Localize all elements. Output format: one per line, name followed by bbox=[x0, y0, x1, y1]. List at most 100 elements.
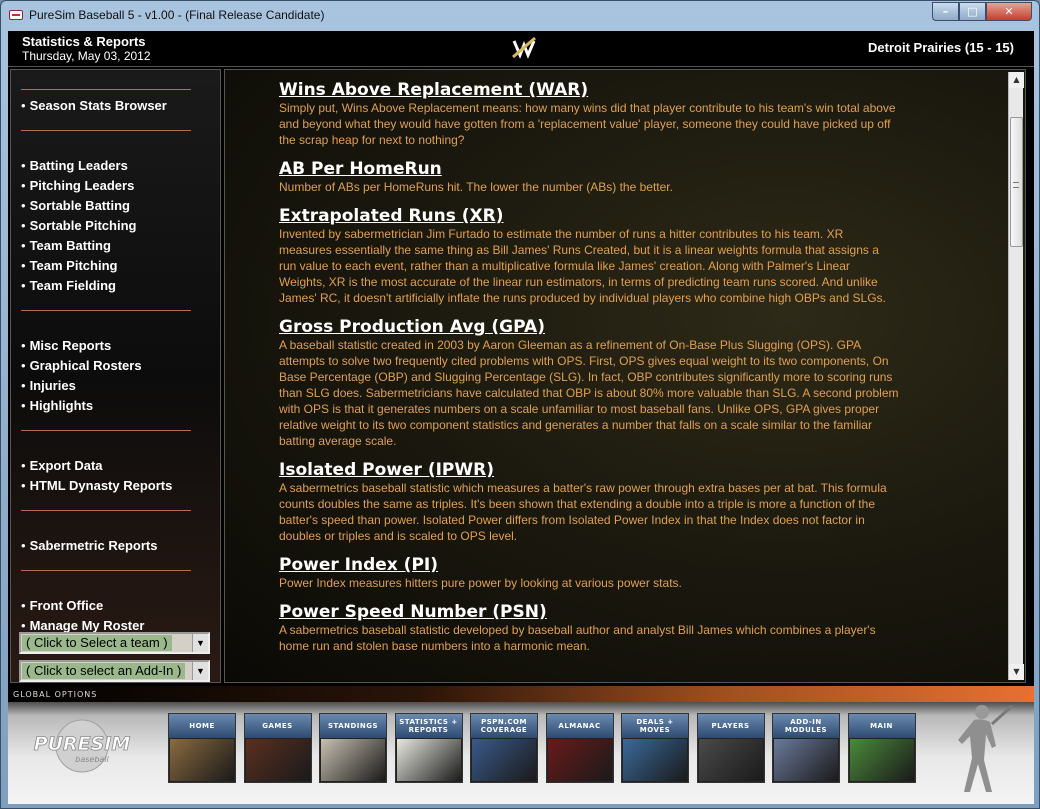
bullet-icon: • bbox=[21, 358, 26, 373]
batter-silhouette-icon bbox=[958, 704, 1014, 792]
sidebar-item-label: Highlights bbox=[29, 398, 94, 413]
sidebar-separator bbox=[21, 310, 191, 311]
nav-main-button[interactable]: MAIN bbox=[847, 713, 916, 783]
glossary-entry-title[interactable]: Gross Production Avg (GPA) bbox=[279, 317, 899, 337]
sidebar-item-graphical-rosters[interactable]: • Graphical Rosters bbox=[21, 358, 142, 373]
app-window: PureSim Baseball 5 - v1.00 - (Final Rele… bbox=[0, 0, 1040, 809]
glossary-entry-title[interactable]: Extrapolated Runs (XR) bbox=[279, 206, 899, 226]
baseball-bat-logo-icon bbox=[512, 36, 536, 59]
bullet-icon: • bbox=[21, 338, 26, 353]
bullet-icon: • bbox=[21, 378, 26, 393]
nav-button-label: STANDINGS bbox=[320, 714, 386, 738]
glossary-entry-title[interactable]: Wins Above Replacement (WAR) bbox=[279, 80, 899, 100]
bullet-icon: • bbox=[21, 618, 26, 633]
sidebar-item-export-data[interactable]: • Export Data bbox=[21, 458, 103, 473]
nav-button-label: HOME bbox=[169, 714, 235, 738]
bullet-icon: • bbox=[21, 218, 26, 233]
sidebar-item-highlights[interactable]: • Highlights bbox=[21, 398, 93, 413]
close-button[interactable]: ✕ bbox=[986, 2, 1032, 21]
nav-standings-button[interactable]: STANDINGS bbox=[319, 713, 387, 783]
sidebar-item-team-fielding[interactable]: • Team Fielding bbox=[21, 278, 116, 293]
content-panel: Wins Above Replacement (WAR) Simply put, … bbox=[224, 69, 1026, 683]
sidebar-separator bbox=[21, 510, 191, 511]
bullet-icon: • bbox=[21, 458, 26, 473]
nav-games-button[interactable]: GAMES bbox=[243, 713, 312, 783]
nav-almanac-button[interactable]: ALMANAC bbox=[545, 713, 614, 783]
sidebar-item-front-office[interactable]: • Front Office bbox=[21, 598, 103, 613]
books-icon bbox=[547, 739, 612, 781]
glossary-entry-title[interactable]: Power Speed Number (PSN) bbox=[279, 602, 899, 622]
footer-band bbox=[8, 686, 1034, 702]
nav-statistics-reports-button[interactable]: STATISTICS + REPORTS bbox=[394, 713, 463, 783]
bullet-icon: • bbox=[21, 178, 26, 193]
team-record: Detroit Prairies (15 - 15) bbox=[868, 40, 1014, 55]
global-options-label: GLOBAL OPTIONS bbox=[13, 690, 98, 699]
sidebar-item-pitching-leaders[interactable]: • Pitching Leaders bbox=[21, 178, 134, 193]
glossary-entry: Gross Production Avg (GPA) A baseball sta… bbox=[279, 317, 899, 449]
glossary-entry-title[interactable]: AB Per HomeRun bbox=[279, 159, 899, 179]
nav-button-label: PSPN.COM COVERAGE bbox=[471, 714, 537, 738]
sidebar-item-team-pitching[interactable]: • Team Pitching bbox=[21, 258, 117, 273]
team-select[interactable]: ( Click to Select a team ) ▼ bbox=[19, 632, 210, 654]
maximize-button[interactable]: □ bbox=[959, 2, 986, 21]
sidebar-item-label: Team Batting bbox=[29, 238, 111, 253]
minimize-button[interactable]: – bbox=[932, 2, 959, 21]
sidebar-item-manage-my-roster[interactable]: • Manage My Roster bbox=[21, 618, 144, 633]
chevron-down-icon[interactable]: ▼ bbox=[192, 662, 208, 680]
glossary-list: Wins Above Replacement (WAR) Simply put, … bbox=[279, 80, 899, 665]
glossary-entry-body: Simply put, Wins Above Replacement means… bbox=[279, 101, 896, 147]
glossary-entry: Isolated Power (IPWR) A sabermetrics base… bbox=[279, 460, 899, 544]
scroll-down-button[interactable]: ▼ bbox=[1009, 664, 1024, 680]
bullet-icon: • bbox=[21, 398, 26, 413]
nav-home-button[interactable]: HOME bbox=[168, 713, 236, 783]
glossary-entry-title[interactable]: Isolated Power (IPWR) bbox=[279, 460, 899, 480]
sidebar-item-label: Sabermetric Reports bbox=[29, 538, 158, 553]
glossary-entry: Extrapolated Runs (XR) Invented by saberm… bbox=[279, 206, 899, 306]
glossary-entry: Power Index (PI) Power Index measures hit… bbox=[279, 555, 899, 591]
sidebar-separator bbox=[21, 570, 191, 571]
scroll-up-button[interactable]: ▲ bbox=[1009, 72, 1024, 88]
sidebar-item-label: Injuries bbox=[29, 378, 76, 393]
nav-button-label: GAMES bbox=[244, 714, 311, 738]
addin-select-value: ( Click to select an Add-In ) bbox=[22, 663, 186, 679]
sidebar-item-html-dynasty-reports[interactable]: • HTML Dynasty Reports bbox=[21, 478, 172, 493]
sidebar-item-batting-leaders[interactable]: • Batting Leaders bbox=[21, 158, 128, 173]
glossary-entry: Wins Above Replacement (WAR) Simply put, … bbox=[279, 80, 899, 148]
glossary-entry-body: A sabermetrics baseball statistic which … bbox=[279, 481, 887, 543]
current-date: Thursday, May 03, 2012 bbox=[22, 49, 151, 63]
pitcher-icon bbox=[245, 739, 310, 781]
page-header: Statistics & Reports Thursday, May 03, 2… bbox=[8, 31, 1034, 67]
sidebar-item-label: Export Data bbox=[29, 458, 103, 473]
sidebar-item-sortable-pitching[interactable]: • Sortable Pitching bbox=[21, 218, 136, 233]
player-portrait-icon bbox=[321, 739, 385, 781]
vertical-scrollbar[interactable]: ▲ ▼ bbox=[1008, 72, 1024, 680]
nav-players-button[interactable]: PLAYERS bbox=[696, 713, 765, 783]
nav-button-label: ALMANAC bbox=[546, 714, 613, 738]
sidebar-item-season-stats-browser[interactable]: • Season Stats Browser bbox=[21, 98, 167, 113]
home-plate-icon bbox=[170, 739, 234, 781]
bullet-icon: • bbox=[21, 158, 26, 173]
sidebar-item-label: Team Pitching bbox=[29, 258, 118, 273]
glossary-entry-body: A baseball statistic created in 2003 by … bbox=[279, 338, 899, 448]
sidebar-item-team-batting[interactable]: • Team Batting bbox=[21, 238, 111, 253]
sidebar-item-label: Pitching Leaders bbox=[29, 178, 135, 193]
chevron-down-icon[interactable]: ▼ bbox=[192, 634, 208, 652]
sidebar-item-sortable-batting[interactable]: • Sortable Batting bbox=[21, 198, 130, 213]
nav-add-in-modules-button[interactable]: ADD-IN MODULES bbox=[772, 713, 840, 783]
tv-coverage-icon bbox=[472, 739, 536, 781]
svg-text:PURESIM: PURESIM bbox=[34, 733, 131, 755]
app-icon bbox=[9, 10, 23, 20]
nav-pspn-com-coverage-button[interactable]: PSPN.COM COVERAGE bbox=[470, 713, 538, 783]
bullet-icon: • bbox=[21, 98, 26, 113]
laptop-icon bbox=[774, 739, 838, 781]
nav-deals-moves-button[interactable]: DEALS + MOVES bbox=[621, 713, 689, 783]
glossary-entry-body: A sabermetrics baseball statistic develo… bbox=[279, 623, 876, 653]
bullet-icon: • bbox=[21, 258, 26, 273]
sidebar-item-label: Season Stats Browser bbox=[29, 98, 167, 113]
title-bar[interactable]: PureSim Baseball 5 - v1.00 - (Final Rele… bbox=[1, 1, 1039, 31]
sidebar-item-misc-reports[interactable]: • Misc Reports bbox=[21, 338, 111, 353]
sidebar-item-injuries[interactable]: • Injuries bbox=[21, 378, 76, 393]
addin-select[interactable]: ( Click to select an Add-In ) ▼ bbox=[19, 660, 210, 682]
glossary-entry-title[interactable]: Power Index (PI) bbox=[279, 555, 899, 575]
sidebar-item-sabermetric-reports[interactable]: • Sabermetric Reports bbox=[21, 538, 157, 553]
